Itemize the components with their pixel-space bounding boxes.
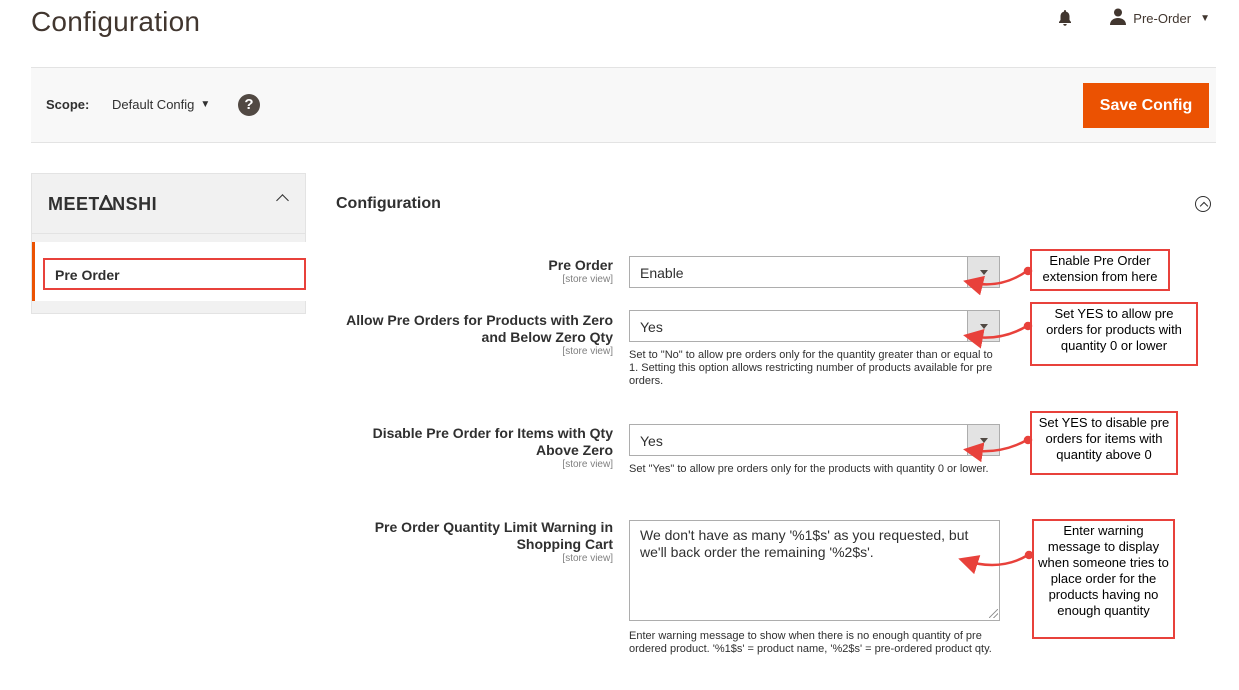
scope-bar: Scope: Default Config ▼ ? Save Config: [31, 67, 1216, 143]
annotation-callout: Enable Pre Order extension from here: [1030, 249, 1170, 291]
page-title: Configuration: [31, 6, 201, 37]
field-note: Set to "No" to allow pre orders only for…: [629, 349, 993, 387]
field-label-text: Pre Order Quantity Limit Warning in Shop…: [374, 519, 613, 552]
scope-switcher[interactable]: Default Config ▼: [112, 97, 210, 112]
bell-icon[interactable]: [1058, 9, 1072, 27]
chevron-down-icon: ▼: [1200, 12, 1210, 24]
disable-above-zero-select[interactable]: Yes: [629, 424, 1000, 456]
select-value: Enable: [640, 265, 684, 281]
field-scope: [store view]: [562, 553, 613, 564]
config-sidebar: MEETANSHI Pre Order: [31, 173, 307, 314]
chevron-down-icon: [967, 257, 999, 287]
qty-warning-textarea[interactable]: We don't have as many '%1$s' as you requ…: [629, 520, 1000, 621]
header-actions: Pre-Order ▼: [1058, 8, 1210, 28]
collapse-icon[interactable]: [1195, 196, 1211, 212]
annotation-callout: Enter warning message to display when so…: [1032, 519, 1175, 639]
select-value: Yes: [640, 433, 663, 449]
field-label-disable-above-zero: Disable Pre Order for Items with Qty Abo…: [343, 425, 613, 470]
chevron-up-icon[interactable]: [276, 194, 289, 207]
field-label-qty-warning: Pre Order Quantity Limit Warning in Shop…: [353, 519, 613, 564]
scope-label: Scope:: [46, 97, 90, 112]
sidebar-item-label: Pre Order: [55, 267, 120, 283]
annotation-callout: Set YES to disable pre orders for items …: [1030, 411, 1178, 475]
field-label-text: Disable Pre Order for Items with Qty Abo…: [372, 425, 613, 458]
annotation-callout: Set YES to allow pre orders for products…: [1030, 302, 1198, 366]
field-label-text: Pre Order: [548, 257, 613, 273]
annotation-highlight-box: Pre Order: [43, 258, 306, 290]
field-label-allow-zero-qty: Allow Pre Orders for Products with Zero …: [323, 312, 613, 357]
field-label-text: Allow Pre Orders for Products with Zero …: [346, 312, 613, 345]
scope-value: Default Config: [112, 97, 195, 112]
chevron-down-icon: ▼: [200, 99, 211, 110]
help-icon[interactable]: ?: [238, 94, 260, 116]
field-note: Set "Yes" to allow pre orders only for t…: [629, 463, 989, 475]
user-menu[interactable]: Pre-Order ▼: [1110, 8, 1210, 28]
sidebar-group-header[interactable]: MEETANSHI: [32, 174, 305, 234]
sidebar-item-pre-order[interactable]: Pre Order: [32, 242, 307, 301]
user-name: Pre-Order: [1133, 10, 1192, 26]
field-label-pre-order: Pre Order [store view]: [548, 257, 613, 285]
section-title[interactable]: Configuration: [336, 195, 441, 213]
chevron-down-icon: [967, 425, 999, 455]
resize-handle-icon[interactable]: [989, 609, 998, 618]
save-config-button[interactable]: Save Config: [1083, 83, 1209, 128]
allow-zero-qty-select[interactable]: Yes: [629, 310, 1000, 342]
pre-order-select[interactable]: Enable: [629, 256, 1000, 288]
user-icon: [1110, 8, 1127, 28]
field-scope: [store view]: [562, 346, 613, 357]
field-note: Enter warning message to show when there…: [629, 630, 992, 655]
select-value: Yes: [640, 319, 663, 335]
field-scope: [store view]: [562, 459, 613, 470]
brand-logo: MEETANSHI: [48, 194, 158, 214]
chevron-down-icon: [967, 311, 999, 341]
field-scope: [store view]: [562, 274, 613, 285]
